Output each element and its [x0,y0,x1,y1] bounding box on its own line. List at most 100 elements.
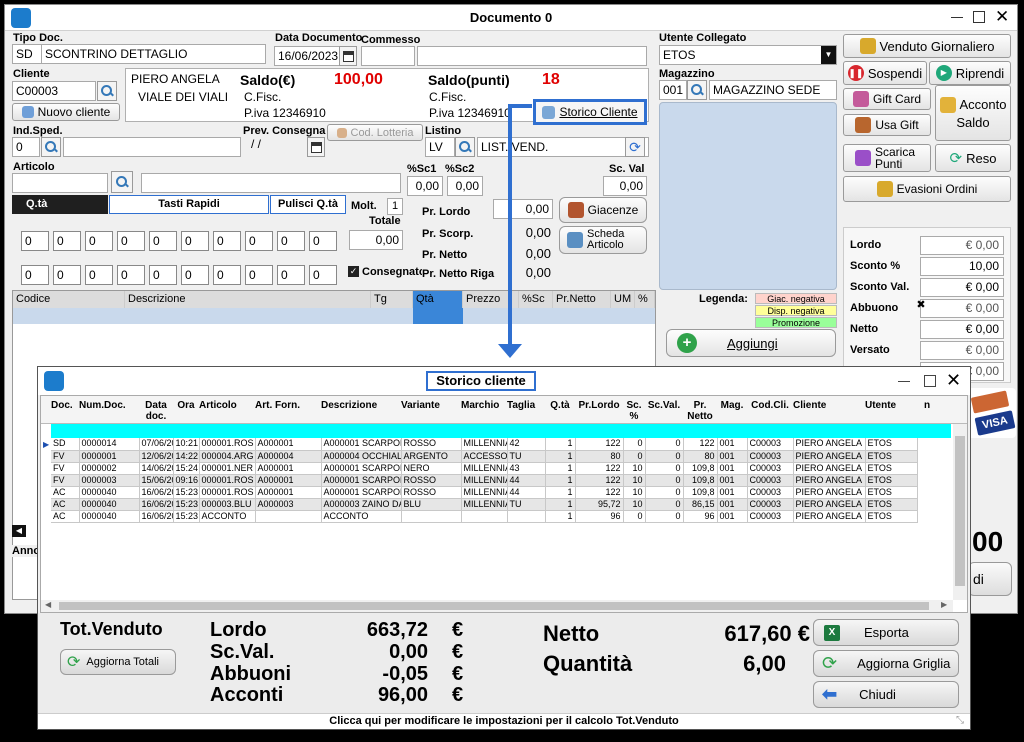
history-col-header[interactable]: Data doc. [139,400,173,422]
storico-maximize-icon[interactable] [924,375,936,387]
scheda-articolo-button[interactable]: Scheda Articolo [559,226,647,254]
grid-col-header[interactable]: Codice [13,291,125,308]
reso-button[interactable]: ⟳ Reso [935,144,1011,172]
storico-status-bar[interactable]: Clicca qui per modificare le impostazion… [38,713,970,729]
tipo-doc-code[interactable]: SD [12,44,42,64]
history-vscroll-thumb[interactable] [955,436,965,586]
history-hscroll-thumb[interactable] [59,602,929,610]
ind-sped-desc[interactable] [63,137,241,157]
gift-card-button[interactable]: Gift Card [843,88,931,110]
sc2-field[interactable]: 0,00 [447,176,483,196]
table-row[interactable]: SD000001407/06/2010:21000001.ROSA000001A… [51,438,918,451]
table-row[interactable]: AC000004016/06/2015:23000003.BLUA000003A… [51,498,918,511]
magazzino-search-button[interactable] [687,80,707,100]
history-hscroll[interactable]: ◀ ▶ [41,600,953,612]
calendar-button[interactable] [339,46,357,66]
qty-cell[interactable]: 0 [277,265,305,285]
qty-cell[interactable]: 0 [277,231,305,251]
prev-consegna-calendar-button[interactable] [307,137,325,157]
qty-cell[interactable]: 0 [53,231,81,251]
history-col-header[interactable]: Pr. Netto [683,400,717,422]
table-row[interactable]: AC000004016/06/2015:23ACCONTOACCONTO1960… [51,510,918,523]
giacenze-button[interactable]: Giacenze [559,197,647,223]
storico-minimize-icon[interactable] [898,381,910,382]
articolo-desc[interactable] [141,173,401,193]
ind-sped-code[interactable]: 0 [12,137,40,157]
chiudi-partial-button[interactable]: di [968,562,1012,596]
history-col-header[interactable]: Cod.Cli. [747,400,793,411]
summary-value[interactable]: € 0,00 [920,320,1004,339]
history-vscroll[interactable] [953,424,967,600]
grid-col-header[interactable]: Descrizione [125,291,371,308]
listino-refresh-button[interactable]: ⟳ [625,137,645,157]
maximize-icon[interactable] [973,11,985,23]
history-col-header[interactable]: Descrizione [321,400,401,411]
riprendi-button[interactable]: ▶ Riprendi [929,61,1011,85]
aggiungi-button[interactable]: + Aggiungi [666,329,836,357]
qty-cell[interactable]: 0 [213,231,241,251]
summary-value[interactable]: € 0,00 [920,299,1004,318]
history-col-header[interactable]: Pr.Lordo [575,400,623,411]
close-icon[interactable]: ✕ [995,7,1009,27]
hscroll-left-icon[interactable]: ◀ [45,600,51,609]
listino-code[interactable]: LV [425,137,455,157]
qty-cell[interactable]: 0 [213,265,241,285]
history-col-header[interactable]: Num.Doc. [79,400,139,411]
abbuono-clear-button[interactable]: ✖ [913,297,929,313]
history-col-header[interactable]: Q.tà [545,400,575,411]
qty-cell[interactable]: 0 [149,231,177,251]
pr-lordo-field[interactable]: 0,00 [493,199,553,219]
grid-col-header[interactable]: Pr.Netto [553,291,611,308]
history-col-header[interactable]: Marchio [461,400,507,411]
tab-tasti-rapidi[interactable]: Tasti Rapidi [109,195,269,214]
acconto-saldo-button[interactable]: Acconto Saldo [935,85,1011,141]
utente-select[interactable]: ETOS [659,45,837,65]
listino-search-button[interactable] [455,137,475,157]
qty-cell[interactable]: 0 [117,231,145,251]
history-col-header[interactable]: Taglia [507,400,545,411]
rows-grid-new-row[interactable] [13,308,655,324]
history-col-header[interactable]: Doc. [51,400,79,411]
grid-col-header[interactable]: Tg [371,291,413,308]
sospendi-button[interactable]: ❚❚ Sospendi [843,61,927,85]
aggiorna-griglia-button[interactable]: ⟳ Aggiorna Griglia [813,650,959,677]
table-row[interactable]: FV000000112/06/2014:22000004.ARGA000004A… [51,450,918,463]
qty-cell[interactable]: 0 [21,265,49,285]
history-col-header[interactable]: n [917,400,937,411]
qty-cell[interactable]: 0 [181,265,209,285]
qty-cell[interactable]: 0 [309,231,337,251]
grid-scroll-left-icon[interactable]: ◀ [12,525,26,537]
tab-qta[interactable]: Q.tà [12,195,108,214]
tipo-doc-desc[interactable]: SCONTRINO DETTAGLIO [41,44,266,64]
qty-cell[interactable]: 0 [21,231,49,251]
history-col-header[interactable]: Articolo [199,400,255,411]
history-col-header[interactable]: Utente [865,400,917,411]
esporta-button[interactable]: X Esporta [813,619,959,646]
history-col-header[interactable]: Ora [173,400,199,411]
nuovo-cliente-button[interactable]: Nuovo cliente [12,103,120,121]
cliente-code[interactable]: C00003 [12,81,96,101]
cod-lotteria-button[interactable]: Cod. Lotteria [327,124,423,141]
table-row[interactable]: FV000000315/06/2009:16000001.ROSA000001A… [51,474,918,487]
history-col-header[interactable]: Cliente [793,400,865,411]
cliente-search-button[interactable] [97,81,117,101]
history-col-header[interactable]: Variante [401,400,461,411]
qty-cell[interactable]: 0 [85,231,113,251]
articolo-search-button[interactable] [111,171,133,193]
grid-col-header[interactable]: % [635,291,655,308]
history-col-header[interactable]: Sc.Val. [645,400,683,411]
qty-cell[interactable]: 0 [245,265,273,285]
summary-value[interactable]: € 0,00 [920,341,1004,360]
aggiorna-totali-button[interactable]: ⟳ Aggiorna Totali [60,649,176,675]
qty-cell[interactable]: 0 [117,265,145,285]
data-doc-field[interactable]: 16/06/2023 [274,46,340,66]
venduto-giornaliero-button[interactable]: Venduto Giornaliero [843,34,1011,58]
qty-cell[interactable]: 0 [85,265,113,285]
summary-value[interactable]: 10,00 [920,257,1004,276]
grid-col-header[interactable]: UM [611,291,635,308]
storico-close-icon[interactable]: ✕ [946,370,961,390]
resize-grip-icon[interactable]: ⤡ [956,715,964,726]
qty-cell[interactable]: 0 [309,265,337,285]
sc1-field[interactable]: 0,00 [407,176,443,196]
history-col-header[interactable]: Sc. % [623,400,645,422]
